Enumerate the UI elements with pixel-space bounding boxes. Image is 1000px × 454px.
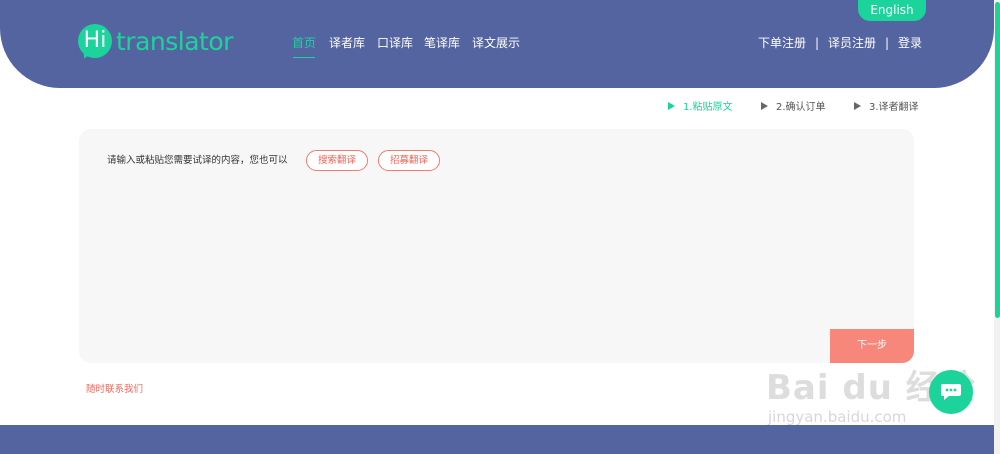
nav-item-translator-library[interactable]: 译者库 xyxy=(329,34,365,52)
search-translation-button[interactable]: 搜索翻译 xyxy=(306,150,369,171)
login-link[interactable]: 登录 xyxy=(898,36,922,50)
source-text-input-area[interactable]: 请输入或粘贴您需要试译的内容，您也可以 搜索翻译 招募翻译 下一步 xyxy=(79,129,914,363)
watermark-url: jingyan.baidu.com xyxy=(768,408,907,426)
language-switch-button[interactable]: English xyxy=(858,0,926,21)
translator-register-link[interactable]: 译员注册 xyxy=(828,36,876,50)
triangle-right-icon xyxy=(854,102,861,110)
step-paste-source: 1.粘贴原文 xyxy=(668,101,733,115)
triangle-right-icon xyxy=(668,102,675,110)
auth-separator: | xyxy=(885,36,890,50)
logo-text: translator xyxy=(116,27,233,56)
contact-us-link[interactable]: 随时联系我们 xyxy=(86,383,143,397)
logo-hi: Hi xyxy=(83,28,107,53)
auth-separator: | xyxy=(814,36,820,50)
order-register-link[interactable]: 下单注册 xyxy=(758,36,806,50)
next-step-button[interactable]: 下一步 xyxy=(830,329,914,363)
chat-button[interactable] xyxy=(929,370,973,414)
nav-item-home[interactable]: 首页 xyxy=(292,34,316,52)
page-scrollbar[interactable] xyxy=(994,0,1000,454)
footer xyxy=(0,425,994,454)
recruit-translation-button[interactable]: 招募翻译 xyxy=(378,150,441,171)
auth-links: 下单注册 | 译员注册 | 登录 xyxy=(758,34,922,52)
chat-bubble-icon xyxy=(941,384,961,400)
nav-item-written-translation-library[interactable]: 笔译库 xyxy=(424,34,460,52)
triangle-right-icon xyxy=(761,102,768,110)
step-confirm-order: 2.确认订单 xyxy=(761,101,826,115)
nav-item-translation-showcase[interactable]: 译文展示 xyxy=(472,34,520,52)
step-label: 3.译者翻译 xyxy=(869,102,919,113)
nav-active-underline xyxy=(293,57,315,58)
step-label: 2.确认订单 xyxy=(776,102,826,113)
page: Hi translator 首页 译者库 口译库 笔译库 译文展示 下单注册 | 译… xyxy=(0,0,994,454)
input-prompt: 请输入或粘贴您需要试译的内容，您也可以 xyxy=(107,155,288,166)
nav-item-interpreting-library[interactable]: 口译库 xyxy=(377,34,413,52)
step-translator-translate: 3.译者翻译 xyxy=(854,101,919,115)
scrollbar-thumb[interactable] xyxy=(995,2,1000,318)
header: Hi translator 首页 译者库 口译库 笔译库 译文展示 下单注册 | 译… xyxy=(0,0,994,88)
step-label: 1.粘贴原文 xyxy=(683,102,733,113)
